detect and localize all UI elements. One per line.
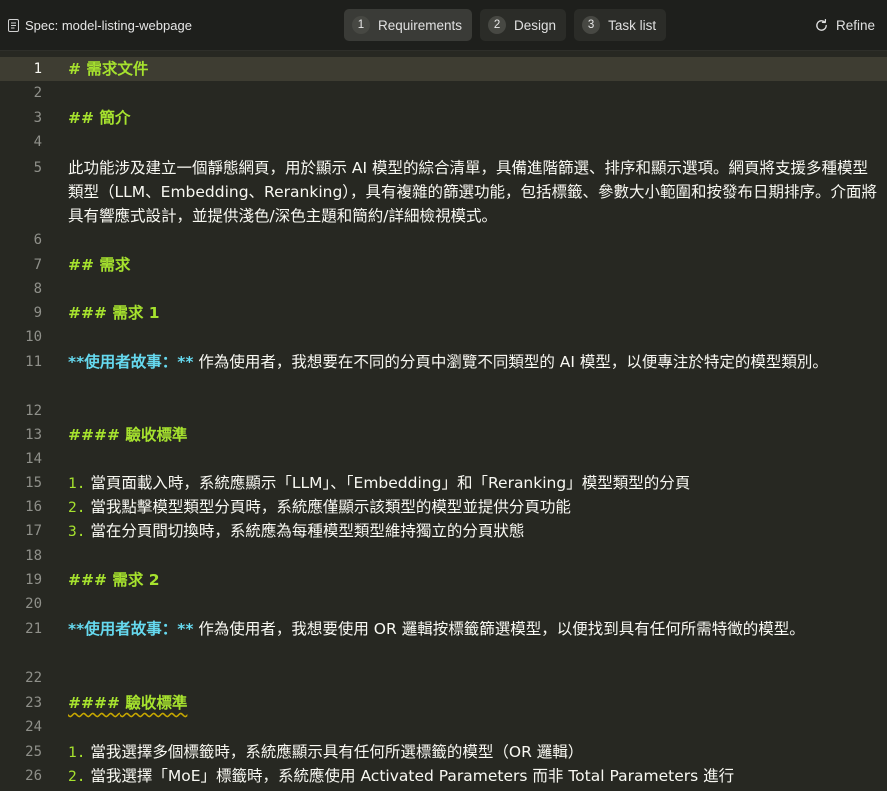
line-number: 15 xyxy=(25,475,42,491)
heading-marker: #### xyxy=(68,694,120,712)
user-story-1: **使用者故事：** 作為使用者，我想要在不同的分頁中瀏覽不同類型的 AI 模型… xyxy=(68,350,882,374)
list-marker: 2. xyxy=(68,500,86,516)
tab-label: Design xyxy=(514,17,557,33)
spec-header-bar: Spec: model-listing-webpage 1 Requiremen… xyxy=(0,0,887,51)
spec-title: Spec: model-listing-webpage xyxy=(8,15,192,35)
list-item-text: 當我選擇多個標籤時，系統應顯示具有任何所選標籤的模型（OR 邏輯） xyxy=(85,743,584,761)
user-story-label: **使用者故事：** xyxy=(68,620,194,638)
tab-number-badge: 3 xyxy=(582,16,601,34)
line-number: 1 xyxy=(33,61,42,77)
spec-tabs: 1 Requirements 2 Design 3 Task list xyxy=(344,9,667,41)
list-item: 2. 當我選擇「MoE」標籤時，系統應使用 Activated Paramete… xyxy=(68,764,882,789)
line-number: 3 xyxy=(33,110,42,126)
intro-paragraph: 此功能涉及建立一個靜態網頁，用於顯示 AI 模型的綜合清單，具備進階篩選、排序和… xyxy=(68,159,878,225)
line-number: 9 xyxy=(33,305,42,321)
line-number: 5 xyxy=(33,160,42,176)
heading-2-intro: ## 簡介 xyxy=(68,109,131,127)
line-number: 6 xyxy=(33,232,42,248)
tab-design[interactable]: 2 Design xyxy=(480,9,567,41)
tab-requirements[interactable]: 1 Requirements xyxy=(344,9,473,41)
line-number: 23 xyxy=(25,695,42,711)
list-item: 1. 當我選擇多個標籤時，系統應顯示具有任何所選標籤的模型（OR 邏輯） xyxy=(68,740,882,765)
line-number: 14 xyxy=(25,451,42,467)
list-marker: 1. xyxy=(68,745,86,761)
spec-title-text: Spec: model-listing-webpage xyxy=(25,17,192,33)
line-number: 13 xyxy=(25,427,42,443)
tab-number-badge: 2 xyxy=(488,16,507,34)
line-number: 7 xyxy=(33,257,42,273)
line-number: 11 xyxy=(25,354,42,370)
line-number: 17 xyxy=(25,523,42,539)
list-item: 3. 當在分頁間切換時，系統應為每種模型類型維持獨立的分頁狀態 xyxy=(68,519,882,544)
line-number: 8 xyxy=(33,281,42,297)
line-number: 22 xyxy=(25,670,42,686)
refine-button[interactable]: Refine xyxy=(814,14,875,36)
line-number: 10 xyxy=(25,329,42,345)
list-item-text: 當我點擊模型類型分頁時，系統應僅顯示該類型的模型並提供分頁功能 xyxy=(85,498,571,516)
tab-label: Requirements xyxy=(378,17,463,33)
heading-2-requirements: ## 需求 xyxy=(68,256,131,274)
heading-3-requirement-1: ### 需求 1 xyxy=(68,304,160,322)
list-marker: 3. xyxy=(68,524,86,540)
line-number: 21 xyxy=(25,621,42,637)
line-number: 2 xyxy=(33,85,42,101)
line-number: 19 xyxy=(25,572,42,588)
list-marker: 2. xyxy=(68,769,86,785)
user-story-text: 作為使用者，我想要在不同的分頁中瀏覽不同類型的 AI 模型，以便專注於特定的模型… xyxy=(193,353,828,371)
refresh-icon xyxy=(816,18,827,31)
tab-label: Task list xyxy=(608,17,657,33)
tab-task-list[interactable]: 3 Task list xyxy=(574,9,667,41)
line-number: 4 xyxy=(33,134,42,150)
heading-4-acceptance: #### 驗收標準 xyxy=(68,426,188,444)
list-item: 1. 當頁面載入時，系統應顯示「LLM」、「Embedding」和「Rerank… xyxy=(68,471,882,496)
heading-4-acceptance-2: #### 驗收標準 xyxy=(68,691,882,715)
tab-number-badge: 1 xyxy=(352,16,370,34)
user-story-text: 作為使用者，我想要使用 OR 邏輯按標籤篩選模型，以便找到具有任何所需特徵的模型… xyxy=(193,620,805,638)
list-item-text: 當頁面載入時，系統應顯示「LLM」、「Embedding」和「Reranking… xyxy=(85,474,691,492)
line-number: 16 xyxy=(25,499,42,515)
heading-3-requirement-2: ### 需求 2 xyxy=(68,571,160,589)
heading-1: # 需求文件 xyxy=(68,60,149,78)
line-number: 25 xyxy=(25,744,42,760)
list-item: 2. 當我點擊模型類型分頁時，系統應僅顯示該類型的模型並提供分頁功能 xyxy=(68,495,882,520)
document-icon xyxy=(8,18,19,32)
line-number: 26 xyxy=(25,768,42,784)
line-number: 24 xyxy=(25,719,42,735)
list-item-text: 當在分頁間切換時，系統應為每種模型類型維持獨立的分頁狀態 xyxy=(85,522,525,540)
line-number: 12 xyxy=(25,403,42,419)
user-story-2: **使用者故事：** 作為使用者，我想要使用 OR 邏輯按標籤篩選模型，以便找到… xyxy=(68,617,882,641)
line-number: 18 xyxy=(25,548,42,564)
line-number: 20 xyxy=(25,596,42,612)
list-item-text: 當我選擇「MoE」標籤時，系統應使用 Activated Parameters … xyxy=(85,767,735,785)
user-story-label: **使用者故事：** xyxy=(68,353,194,371)
heading-text: 驗收標準 xyxy=(119,694,188,712)
markdown-editor[interactable]: 1 # 需求文件 2 3 ## 簡介 4 5 此功能涉及建立一個靜態網頁，用於顯… xyxy=(0,57,887,791)
refine-label: Refine xyxy=(835,17,875,33)
list-marker: 1. xyxy=(68,476,86,492)
